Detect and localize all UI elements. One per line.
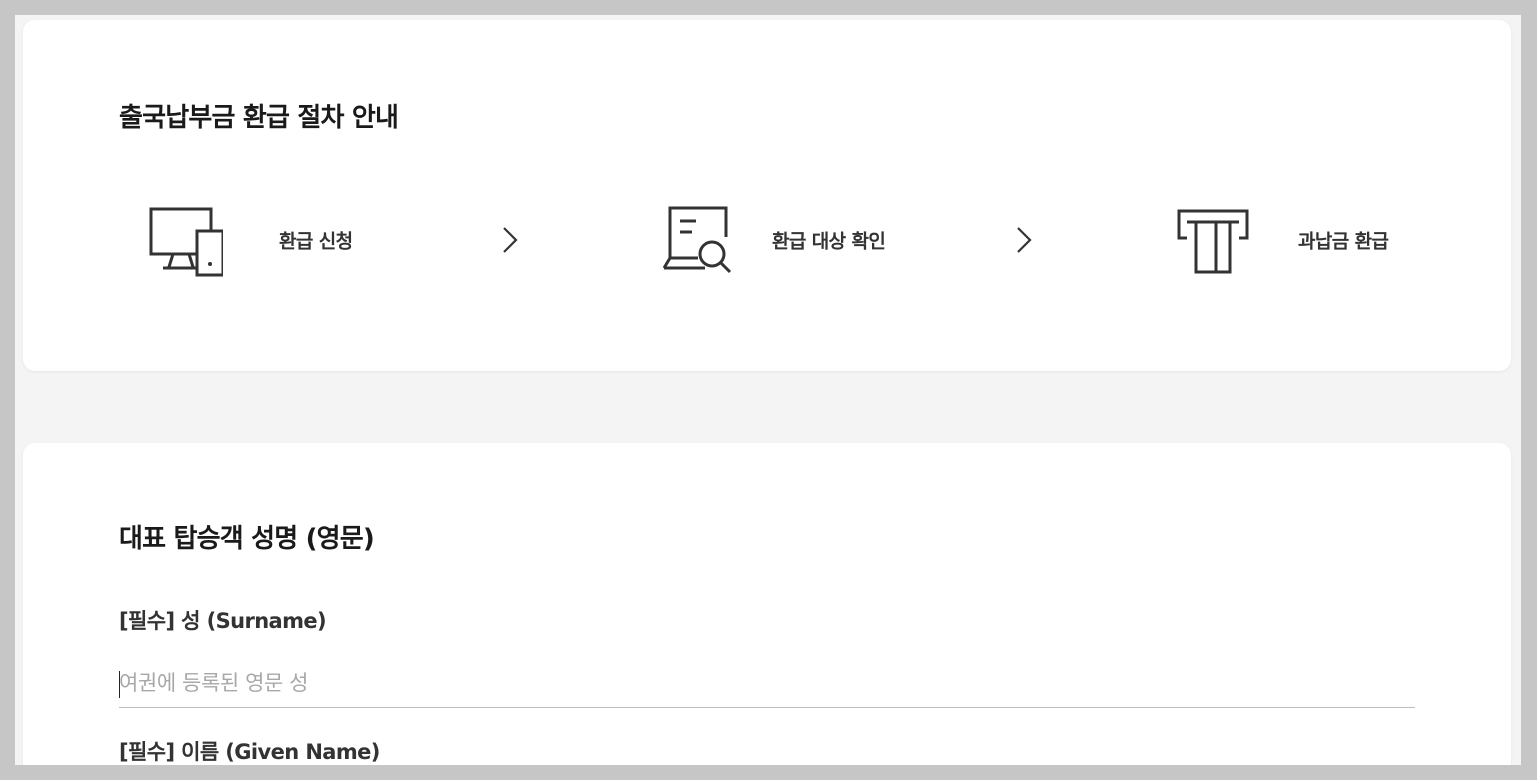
page-background: 출국납부금 환급 절차 안내 환급 신청 환급 대상 확인 과납금 환급 대표 … — [15, 15, 1521, 765]
step-refund-eligibility-check: 환급 대상 확인 — [653, 203, 886, 277]
passenger-name-title: 대표 탑승객 성명 (영문) — [119, 524, 375, 554]
step-label: 환급 대상 확인 — [772, 230, 886, 253]
step-label: 과납금 환급 — [1298, 230, 1389, 253]
surname-label: [필수] 성 (Surname) — [119, 609, 327, 633]
step-label: 환급 신청 — [279, 230, 353, 253]
chevron-right-icon — [1017, 227, 1032, 253]
text-cursor — [119, 671, 120, 698]
atm-card-icon — [1177, 209, 1249, 274]
step-overpayment-refund: 과납금 환급 — [1167, 203, 1389, 277]
passenger-name-card: 대표 탑승객 성명 (영문) [필수] 성 (Surname) [필수] 이름 … — [23, 443, 1511, 765]
monitor-device-icon — [149, 207, 223, 277]
step-refund-application: 환급 신청 — [139, 203, 353, 277]
refund-steps-title: 출국납부금 환급 절차 안내 — [119, 103, 399, 133]
refund-steps-card: 출국납부금 환급 절차 안내 환급 신청 환급 대상 확인 과납금 환급 — [23, 20, 1511, 371]
chevron-right-icon — [503, 227, 518, 253]
given-name-label: [필수] 이름 (Given Name) — [119, 740, 380, 764]
document-search-icon — [662, 206, 732, 274]
surname-input[interactable] — [119, 658, 1415, 708]
